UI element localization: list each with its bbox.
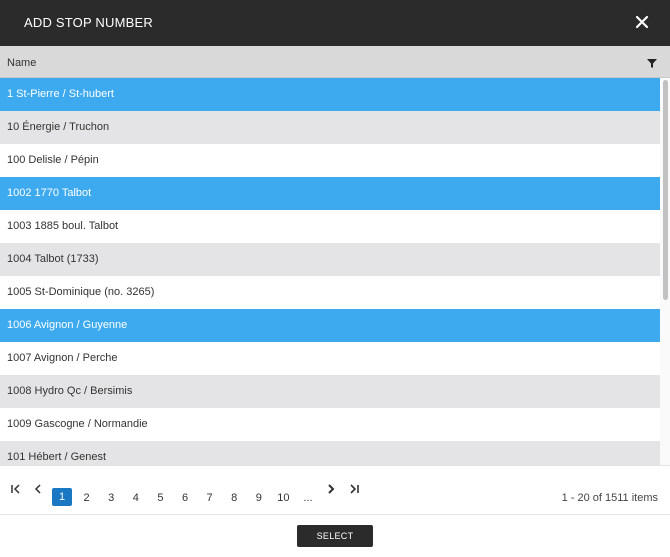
table-row[interactable]: 1 St-Pierre / St-hubert xyxy=(0,78,660,111)
select-button[interactable]: SELECT xyxy=(297,525,373,547)
next-page-icon[interactable] xyxy=(323,483,339,499)
dialog-titlebar: ADD STOP NUMBER xyxy=(0,0,670,46)
table-row[interactable]: 1002 1770 Talbot xyxy=(0,177,660,210)
table-row[interactable]: 100 Delisle / Pépin xyxy=(0,144,660,177)
grid-body: 1 St-Pierre / St-hubert 10 Énergie / Truc… xyxy=(0,78,670,465)
page-number-button[interactable]: 5 xyxy=(150,489,170,507)
first-page-icon[interactable] xyxy=(8,483,24,499)
grid-header: Name xyxy=(0,46,670,78)
table-row[interactable]: 1006 Avignon / Guyenne xyxy=(0,309,660,342)
page-number-button[interactable]: 7 xyxy=(200,489,220,507)
page-number-button[interactable]: ... xyxy=(298,489,318,507)
page-number-button[interactable]: 2 xyxy=(77,489,97,507)
previous-page-icon[interactable] xyxy=(30,483,46,499)
table-row[interactable]: 10 Énergie / Truchon xyxy=(0,111,660,144)
table-row[interactable]: 1007 Avignon / Perche xyxy=(0,342,660,375)
scrollbar-thumb[interactable] xyxy=(663,80,668,300)
dialog-footer: SELECT xyxy=(0,515,670,557)
page-number-button[interactable]: 9 xyxy=(249,489,269,507)
page-number-button[interactable]: 10 xyxy=(273,489,293,507)
pager: 1 - 20 of 1511 items 1 2 3 4 5 6 7 8 9 10... xyxy=(0,465,670,515)
column-header-name[interactable]: Name xyxy=(7,57,36,69)
table-row[interactable]: 1004 Talbot (1733) xyxy=(0,243,660,276)
page-number-button[interactable]: 8 xyxy=(224,489,244,507)
page-number-button[interactable]: 4 xyxy=(126,489,146,507)
page-number-button[interactable]: 1 xyxy=(52,488,72,506)
dialog-title: ADD STOP NUMBER xyxy=(24,15,153,30)
table-row[interactable]: 101 Hébert / Genest xyxy=(0,441,660,465)
filter-icon[interactable] xyxy=(646,56,658,68)
page-number-button[interactable]: 3 xyxy=(101,489,121,507)
last-page-icon[interactable] xyxy=(346,483,362,499)
table-row[interactable]: 1008 Hydro Qc / Bersimis xyxy=(0,375,660,408)
table-row[interactable]: 1003 1885 boul. Talbot xyxy=(0,210,660,243)
pager-info: 1 - 20 of 1511 items xyxy=(561,492,658,504)
table-row[interactable]: 1009 Gascogne / Normandie xyxy=(0,408,660,441)
table-row[interactable]: 1005 St-Dominique (no. 3265) xyxy=(0,276,660,309)
page-number-button[interactable]: 6 xyxy=(175,489,195,507)
close-icon[interactable] xyxy=(632,12,652,32)
